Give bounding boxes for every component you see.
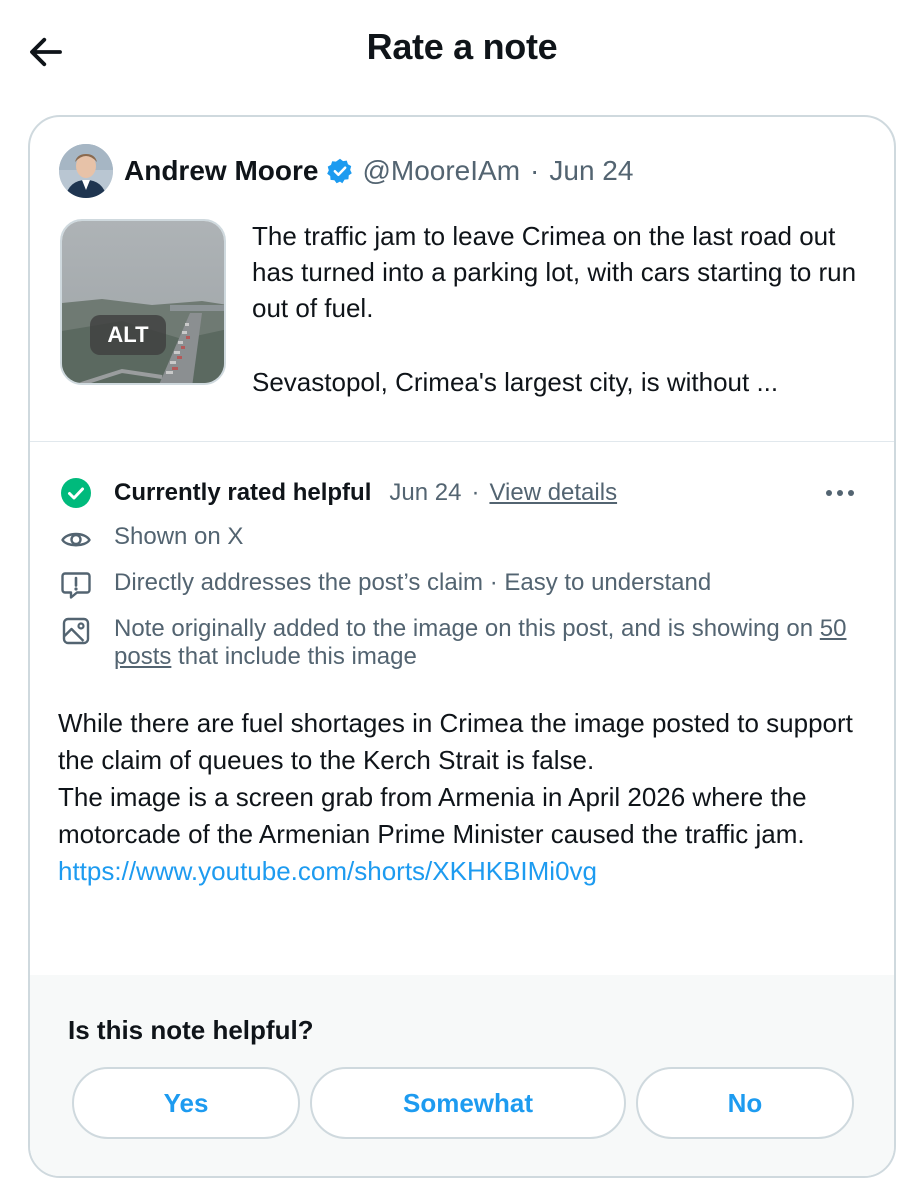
author-handle[interactable]: @MooreIAm — [362, 155, 520, 187]
reasons-text: Directly addresses the post’s claim · Ea… — [114, 569, 712, 596]
post-author-row: Andrew Moore @MooreIAm · Jun 24 — [124, 155, 633, 187]
post-text: The traffic jam to leave Crimea on the l… — [252, 218, 862, 400]
rate-no-button[interactable]: No — [636, 1067, 854, 1139]
media-note-text: Note originally added to the image on th… — [114, 615, 868, 671]
status-date: Jun 24 — [389, 479, 462, 506]
reasons-row: Directly addresses the post’s claim · Ea… — [60, 569, 868, 601]
author-name[interactable]: Andrew Moore — [124, 155, 318, 187]
separator-dot: · — [471, 479, 480, 506]
check-circle-icon — [61, 478, 91, 508]
alt-badge[interactable]: ALT — [90, 315, 166, 355]
note-source-link[interactable]: https://www.youtube.com/shorts/XKHKBIMi0… — [58, 853, 858, 890]
verified-badge-icon — [327, 158, 353, 184]
note-card: Andrew Moore @MooreIAm · Jun 24 ALT The … — [28, 115, 896, 1178]
note-body-paragraph: The image is a screen grab from Armenia … — [58, 782, 807, 849]
view-details-link[interactable]: View details — [489, 479, 617, 507]
speech-exclamation-icon — [61, 572, 91, 599]
separator-dot: · — [530, 155, 540, 186]
note-body-paragraph: While there are fuel shortages in Crimea… — [58, 708, 853, 775]
image-icon — [62, 617, 90, 645]
media-note-prefix: Note originally added to the image on th… — [114, 615, 814, 642]
post-date[interactable]: Jun 24 — [549, 155, 633, 187]
post-text-paragraph: Sevastopol, Crimea's largest city, is wi… — [252, 367, 779, 397]
rating-section: Is this note helpful? Yes Somewhat No — [30, 975, 894, 1176]
more-options-button[interactable] — [822, 477, 858, 509]
post-text-paragraph: The traffic jam to leave Crimea on the l… — [252, 221, 857, 323]
rate-somewhat-button[interactable]: Somewhat — [310, 1067, 626, 1139]
top-bar: Rate a note — [0, 0, 924, 100]
avatar[interactable] — [59, 144, 113, 198]
rating-question: Is this note helpful? — [68, 1015, 314, 1045]
quoted-post[interactable]: Andrew Moore @MooreIAm · Jun 24 ALT The … — [30, 117, 894, 442]
media-note-suffix: that include this image — [178, 643, 417, 670]
post-media-thumbnail[interactable]: ALT — [60, 219, 226, 385]
media-note-row: Note originally added to the image on th… — [60, 615, 868, 671]
note-status-row: Currently rated helpful Jun 24 · View de… — [60, 473, 868, 513]
note-body: While there are fuel shortages in Crimea… — [58, 705, 858, 890]
rate-yes-button[interactable]: Yes — [72, 1067, 300, 1139]
status-label: Currently rated helpful — [114, 479, 372, 506]
shown-on-text: Shown on X — [114, 523, 244, 550]
eye-icon — [61, 532, 91, 547]
shown-on-row: Shown on X — [60, 523, 868, 555]
more-horizontal-icon — [826, 490, 854, 496]
page-title: Rate a note — [366, 26, 558, 67]
